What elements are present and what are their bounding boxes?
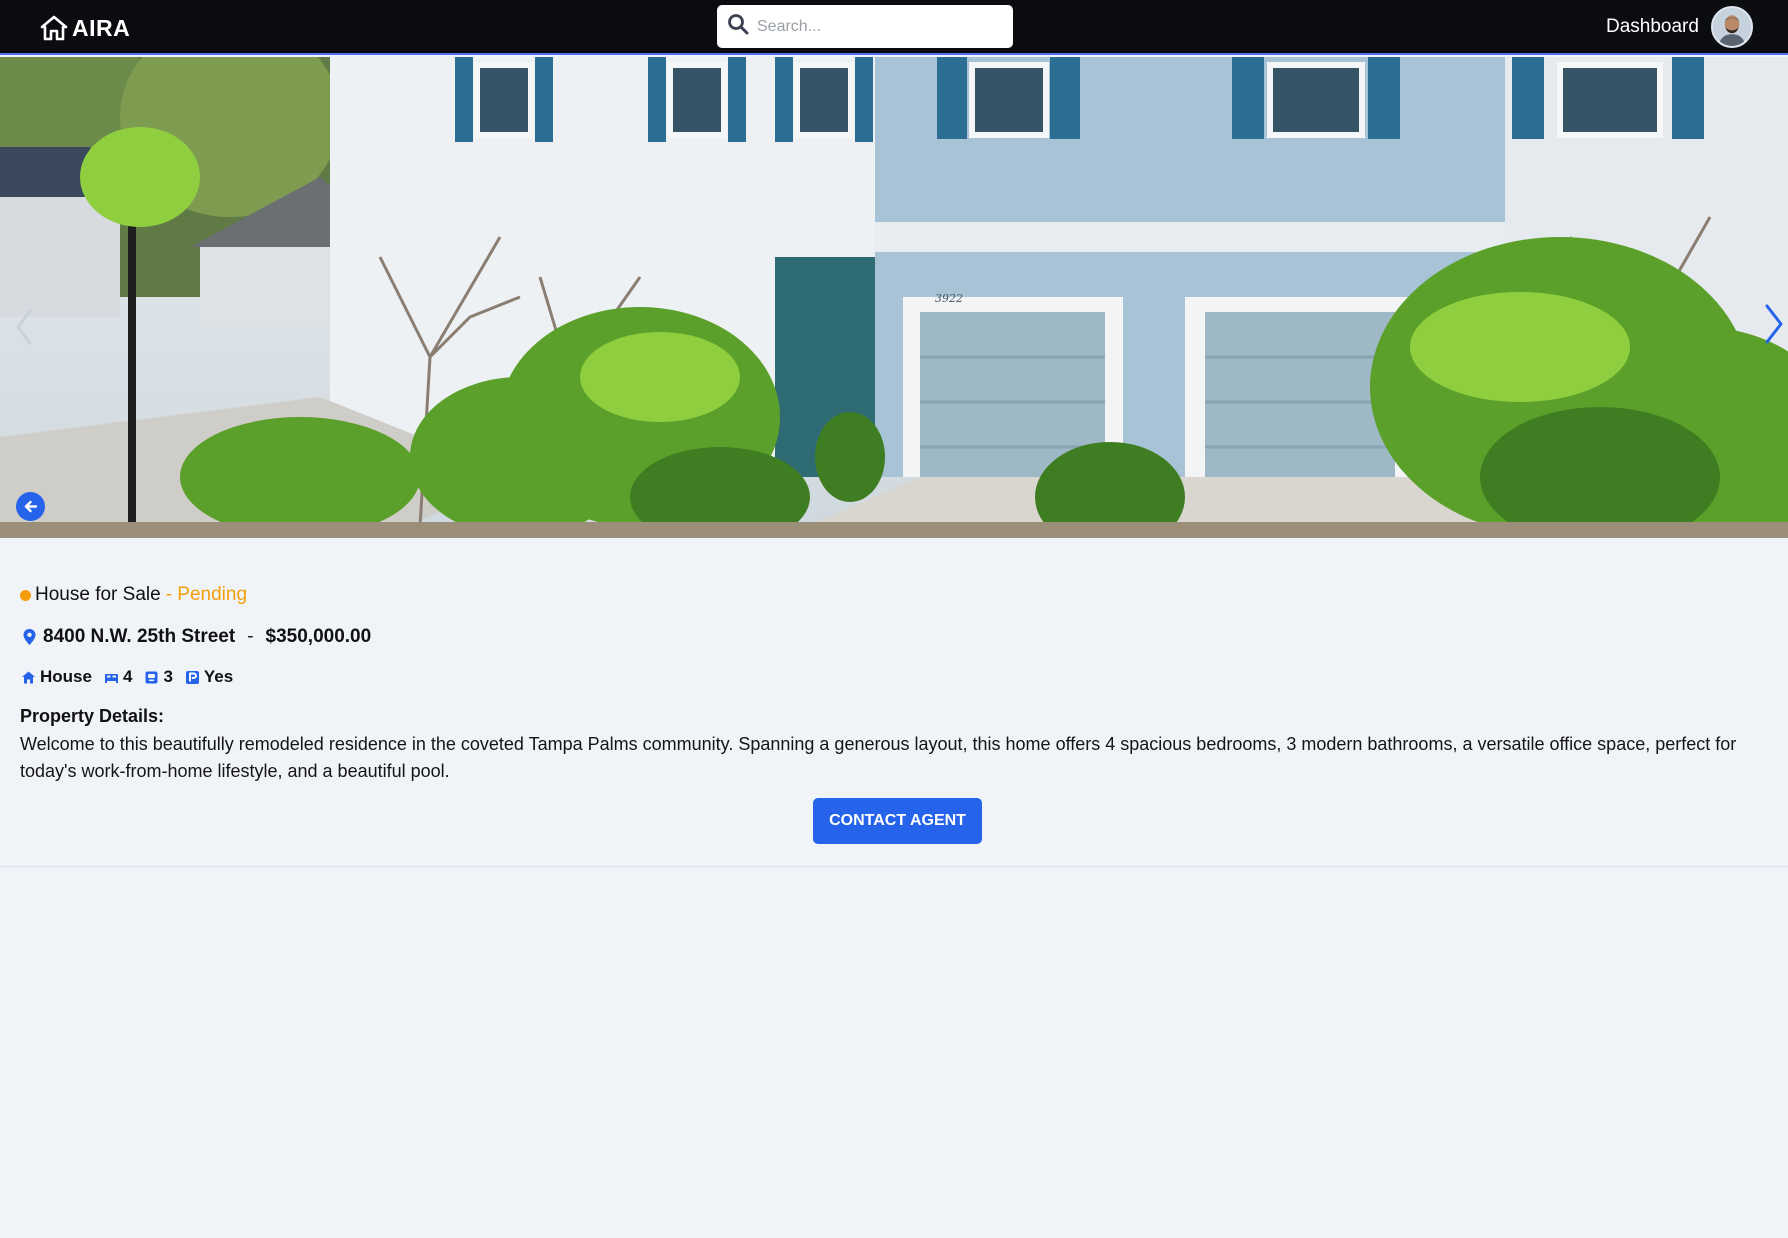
search-icon (727, 13, 749, 40)
feature-bedrooms: 4 (104, 667, 132, 687)
search-input[interactable] (757, 17, 997, 36)
search-bar (717, 5, 1013, 48)
house-number-sign: 3922 (935, 292, 963, 305)
listing-status: House for Sale - Pending (20, 584, 247, 606)
back-button[interactable] (16, 492, 45, 521)
feature-bathrooms: 3 (144, 667, 173, 687)
section-divider (0, 866, 1788, 867)
feature-property-type: House (21, 667, 92, 687)
property-photo: 3922 (0, 57, 1788, 538)
map-pin-icon (22, 628, 43, 646)
brand-logo[interactable]: AIRA (40, 13, 130, 43)
dashboard-link[interactable]: Dashboard (1606, 16, 1699, 38)
parking-value: Yes (203, 667, 234, 686)
bedrooms-value: 4 (122, 667, 133, 686)
property-description: Welcome to this beautifully remodeled re… (20, 734, 1737, 781)
bed-icon (104, 670, 123, 685)
chevron-left-icon[interactable] (12, 307, 36, 347)
brand-name: AIRA (72, 14, 131, 41)
address-price-line: 8400 N.W. 25th Street - $350,000.00 (22, 626, 371, 648)
parking-icon (185, 670, 204, 685)
property-photo-carousel: 3922 (0, 57, 1788, 538)
chevron-right-icon[interactable] (1762, 302, 1786, 346)
top-navbar: AIRA Dashboard (0, 0, 1788, 55)
status-badge: - Pending (165, 584, 248, 605)
contact-agent-button[interactable]: CONTACT AGENT (813, 798, 982, 844)
home-icon (21, 670, 40, 685)
property-features: House 4 3 Yes (21, 667, 245, 687)
property-address: 8400 N.W. 25th Street (43, 626, 236, 647)
feature-parking: Yes (185, 667, 233, 687)
property-details-heading: Property Details: (20, 706, 165, 726)
bath-icon (144, 670, 163, 685)
avatar[interactable] (1711, 6, 1753, 48)
status-dot (20, 589, 31, 601)
bathrooms-value: 3 (163, 667, 173, 686)
home-icon (40, 15, 68, 41)
listing-type: House for Sale (35, 584, 161, 605)
arrow-left-icon (23, 499, 38, 514)
property-type-value: House (40, 667, 92, 686)
property-price: $350,000.00 (265, 626, 372, 647)
address-price-separator: - (247, 626, 254, 647)
